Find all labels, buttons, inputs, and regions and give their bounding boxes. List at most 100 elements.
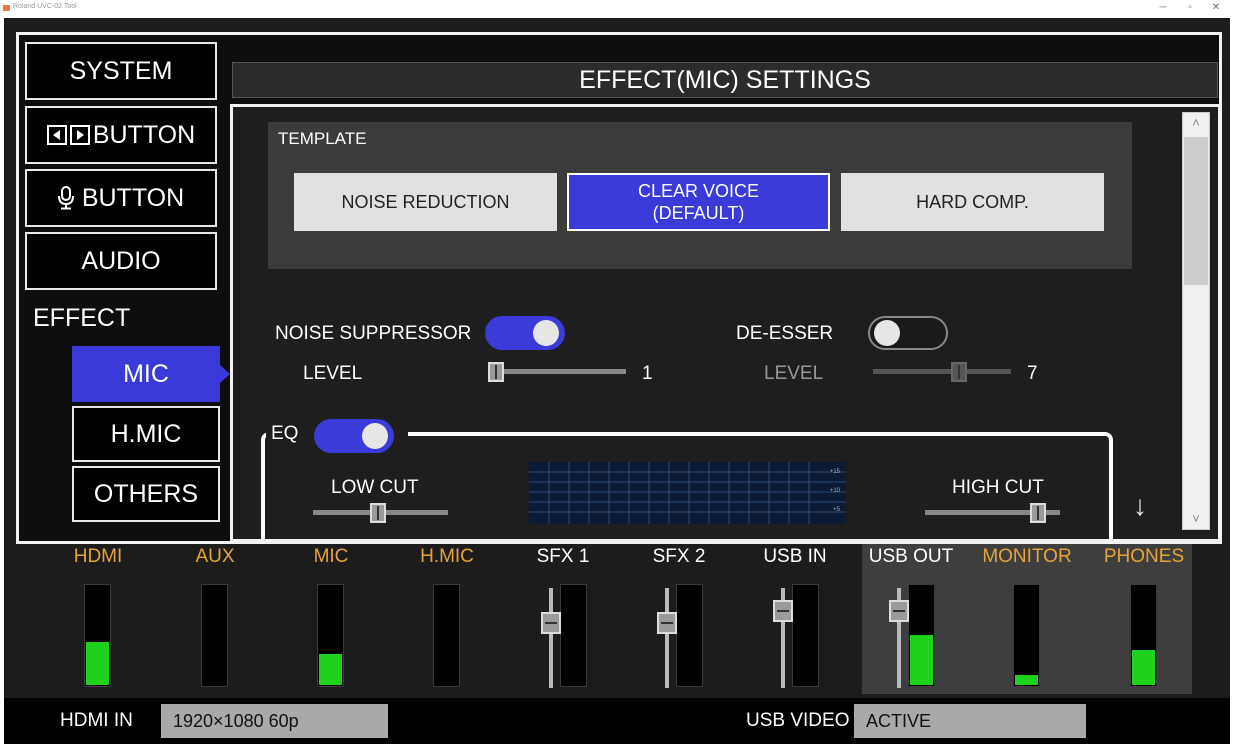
de-esser-toggle[interactable] — [868, 316, 948, 350]
low-cut-label: LOW CUT — [331, 477, 419, 498]
nav-mic-button[interactable]: BUTTON — [25, 169, 217, 227]
fader-knob[interactable] — [657, 612, 677, 634]
eq-graph-label-plus10: +10 — [829, 488, 840, 494]
microphone-icon — [57, 186, 74, 210]
scrollbar-thumb[interactable] — [1184, 137, 1208, 285]
template-clear-voice-button[interactable]: CLEAR VOICE (DEFAULT) — [567, 173, 830, 231]
active-pointer-icon — [220, 365, 230, 383]
right-arrow-box-icon — [69, 125, 90, 145]
nav-arrow-button-label: BUTTON — [92, 120, 196, 149]
slider-thumb[interactable] — [1030, 503, 1046, 523]
toggle-knob — [874, 320, 900, 346]
restore-button[interactable]: ▫ — [1181, 1, 1199, 15]
nav-system-button[interactable]: SYSTEM — [25, 42, 217, 100]
hdmi-in-value: 1920×1080 60p — [161, 704, 388, 738]
eq-toggle[interactable] — [314, 419, 394, 453]
de-esser-label: DE-ESSER — [736, 323, 834, 344]
channel-hmic: H.MIC — [389, 544, 505, 704]
channel-hdmi: HDMI — [40, 544, 156, 704]
channel-name: H.MIC — [420, 546, 474, 567]
channel-name: USB OUT — [868, 546, 954, 567]
level-meter — [1013, 584, 1040, 687]
fader-knob[interactable] — [773, 600, 793, 622]
nav-effect-hmic-label: H.MIC — [110, 419, 182, 448]
slider-thumb[interactable] — [951, 362, 967, 382]
vertical-scrollbar[interactable]: ˄ ˅ — [1182, 112, 1210, 530]
level-meter — [433, 584, 460, 687]
fader-knob[interactable] — [541, 612, 561, 634]
template-noise-reduction-button[interactable]: NOISE REDUCTION — [294, 173, 557, 231]
template-hard-comp-button[interactable]: HARD COMP. — [841, 173, 1104, 231]
low-cut-slider[interactable] — [313, 503, 448, 523]
de-esser-level-value: 7 — [1027, 363, 1038, 384]
nav-audio-button[interactable]: AUDIO — [25, 232, 217, 290]
meter-fill — [86, 641, 109, 685]
close-button[interactable]: ✕ — [1207, 1, 1225, 15]
toggle-knob — [362, 423, 388, 449]
de-esser-level-slider[interactable] — [873, 362, 1011, 382]
channel-sfx2: SFX 2 — [621, 544, 737, 704]
minimize-button[interactable]: ─ — [1154, 1, 1172, 15]
status-bar: HDMI IN 1920×1080 60p USB VIDEO ACTIVE — [4, 698, 1230, 744]
template-label: TEMPLATE — [278, 129, 367, 148]
level-meter — [908, 584, 935, 687]
channel-name: HDMI — [73, 546, 123, 567]
channel-usbout: USB OUT — [853, 544, 969, 704]
usb-video-label: USB VIDEO — [746, 710, 850, 731]
channel-name: SFX 1 — [536, 546, 590, 567]
nav-effect-others[interactable]: OTHERS — [72, 466, 220, 522]
level-meter — [676, 584, 703, 687]
eq-header: EQ — [266, 419, 408, 453]
meter-fill — [1015, 674, 1038, 685]
meter-fill — [1132, 649, 1155, 685]
nav-effect-mic-label: MIC — [123, 359, 169, 388]
left-arrow-box-icon — [46, 125, 67, 145]
nav-effect-others-label: OTHERS — [93, 479, 199, 508]
slider-track — [873, 369, 1011, 374]
scroll-up-icon[interactable]: ˄ — [1183, 113, 1209, 133]
window-title: Roland UVC-02 Tool — [13, 3, 77, 10]
settings-content-panel: TEMPLATE NOISE REDUCTION CLEAR VOICE (DE… — [230, 104, 1221, 542]
eq-graph-label-plus5: +5 — [833, 507, 840, 513]
channel-name: MIC — [313, 546, 349, 567]
fader-track — [665, 588, 669, 688]
template-clear-voice-label: CLEAR VOICE — [637, 181, 760, 201]
meter-fill — [910, 634, 933, 685]
channel-aux: AUX — [157, 544, 273, 704]
de-esser-level-label: LEVEL — [764, 363, 824, 384]
template-noise-reduction-label: NOISE REDUCTION — [341, 192, 510, 212]
nav-mic-button-label: BUTTON — [81, 183, 185, 212]
usb-video-value: ACTIVE — [854, 704, 1086, 738]
high-cut-label: HIGH CUT — [952, 477, 1044, 498]
fader-knob[interactable] — [889, 600, 909, 622]
page-title: EFFECT(MIC) SETTINGS — [232, 62, 1218, 98]
hdmi-in-value-text: 1920×1080 60p — [173, 710, 299, 731]
template-section: TEMPLATE NOISE REDUCTION CLEAR VOICE (DE… — [268, 122, 1132, 269]
nav-effect-hmic[interactable]: H.MIC — [72, 406, 220, 462]
channel-name: USB IN — [763, 546, 827, 567]
app-window: SYSTEM BUTTON BUTTON AUDIO EFFECT MIC H.… — [4, 18, 1230, 744]
nav-audio-label: AUDIO — [81, 246, 161, 275]
page-title-text: EFFECT(MIC) SETTINGS — [579, 65, 871, 94]
nav-effect-mic[interactable]: MIC — [72, 346, 230, 402]
slider-thumb[interactable] — [488, 362, 504, 382]
level-meter — [1130, 584, 1157, 687]
template-clear-voice-default-label: (DEFAULT) — [652, 203, 745, 223]
meter-fill — [319, 653, 342, 685]
channel-usbin: USB IN — [737, 544, 853, 704]
channel-name: SFX 2 — [652, 546, 706, 567]
channel-mic: MIC — [273, 544, 389, 704]
slider-track — [488, 369, 626, 374]
noise-suppressor-level-slider[interactable] — [488, 362, 626, 382]
high-cut-slider[interactable] — [925, 503, 1060, 523]
scroll-down-icon[interactable]: ˅ — [1183, 509, 1209, 529]
noise-suppressor-toggle[interactable] — [485, 316, 565, 350]
channel-phones: PHONES — [1086, 544, 1202, 704]
channel-name: PHONES — [1103, 546, 1185, 567]
slider-thumb[interactable] — [370, 503, 386, 523]
toggle-knob — [533, 320, 559, 346]
level-meter — [84, 584, 111, 687]
nav-arrow-button[interactable]: BUTTON — [25, 106, 217, 164]
template-hard-comp-label: HARD COMP. — [916, 192, 1029, 212]
app-icon — [3, 5, 10, 11]
